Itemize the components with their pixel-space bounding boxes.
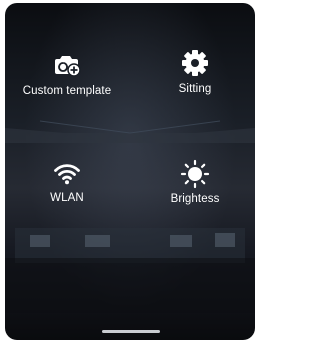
tile-label: Brightess — [170, 193, 220, 205]
tile-label: Custom template — [22, 85, 112, 97]
gear-icon — [182, 50, 208, 76]
tile-custom-template[interactable]: Custom template — [7, 53, 127, 97]
sun-icon — [180, 159, 210, 189]
tile-sitting[interactable]: Sitting — [135, 49, 255, 95]
control-panel: Custom template Sitting WLAN Brightess — [5, 3, 255, 340]
camera-add-icon — [55, 56, 81, 77]
tile-label: WLAN — [50, 192, 84, 204]
tile-label: Sitting — [178, 83, 212, 95]
tile-brightness[interactable]: Brightess — [135, 159, 255, 205]
home-indicator[interactable] — [102, 330, 160, 333]
wifi-icon — [54, 164, 80, 185]
tile-wlan[interactable]: WLAN — [7, 163, 127, 204]
